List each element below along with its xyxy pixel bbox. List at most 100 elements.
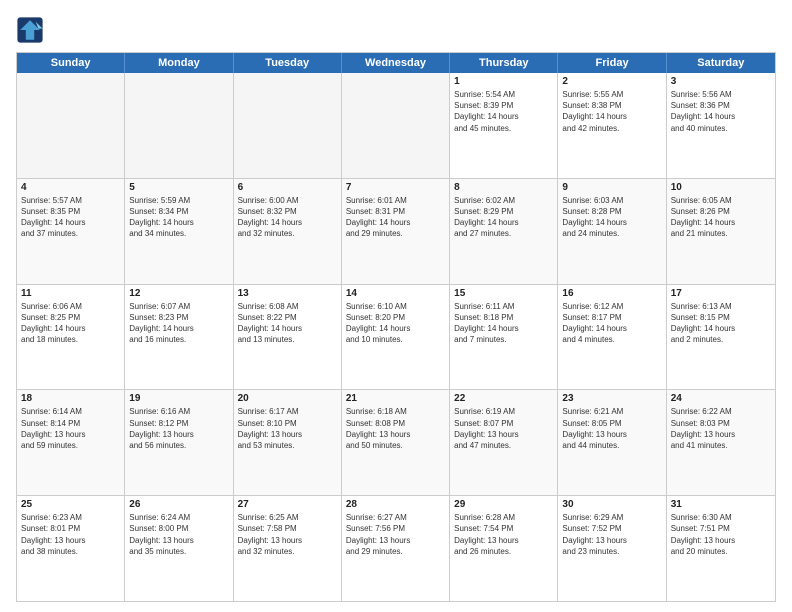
calendar-cell <box>342 73 450 178</box>
day-number: 15 <box>454 288 553 299</box>
day-number: 7 <box>346 182 445 193</box>
calendar-cell: 9 Sunrise: 6:03 AM Sunset: 8:28 PM Daylig… <box>558 179 666 284</box>
calendar-cell: 13 Sunrise: 6:08 AM Sunset: 8:22 PM Dayli… <box>234 285 342 390</box>
day-info: Sunrise: 6:29 AM Sunset: 7:52 PM Dayligh… <box>562 512 661 557</box>
day-info: Sunrise: 6:22 AM Sunset: 8:03 PM Dayligh… <box>671 406 771 451</box>
calendar-cell: 14 Sunrise: 6:10 AM Sunset: 8:20 PM Dayli… <box>342 285 450 390</box>
day-number: 29 <box>454 499 553 510</box>
day-number: 28 <box>346 499 445 510</box>
day-number: 22 <box>454 393 553 404</box>
calendar-cell <box>17 73 125 178</box>
day-info: Sunrise: 6:01 AM Sunset: 8:31 PM Dayligh… <box>346 195 445 240</box>
calendar-header-cell: Friday <box>558 53 666 73</box>
day-number: 17 <box>671 288 771 299</box>
day-number: 2 <box>562 76 661 87</box>
day-number: 27 <box>238 499 337 510</box>
day-info: Sunrise: 6:08 AM Sunset: 8:22 PM Dayligh… <box>238 301 337 346</box>
calendar-week: 11 Sunrise: 6:06 AM Sunset: 8:25 PM Dayli… <box>17 285 775 391</box>
day-number: 5 <box>129 182 228 193</box>
day-number: 26 <box>129 499 228 510</box>
day-info: Sunrise: 6:24 AM Sunset: 8:00 PM Dayligh… <box>129 512 228 557</box>
day-info: Sunrise: 6:10 AM Sunset: 8:20 PM Dayligh… <box>346 301 445 346</box>
day-info: Sunrise: 6:19 AM Sunset: 8:07 PM Dayligh… <box>454 406 553 451</box>
day-info: Sunrise: 6:16 AM Sunset: 8:12 PM Dayligh… <box>129 406 228 451</box>
day-number: 9 <box>562 182 661 193</box>
day-info: Sunrise: 5:57 AM Sunset: 8:35 PM Dayligh… <box>21 195 120 240</box>
calendar-cell: 20Sunrise: 6:17 AM Sunset: 8:10 PM Dayli… <box>234 390 342 495</box>
day-number: 19 <box>129 393 228 404</box>
calendar-week: 25 Sunrise: 6:23 AM Sunset: 8:01 PM Dayli… <box>17 496 775 601</box>
logo <box>16 16 48 44</box>
day-number: 10 <box>671 182 771 193</box>
calendar-cell: 2 Sunrise: 5:55 AM Sunset: 8:38 PM Daylig… <box>558 73 666 178</box>
calendar-cell: 28 Sunrise: 6:27 AM Sunset: 7:56 PM Dayli… <box>342 496 450 601</box>
day-info: Sunrise: 6:17 AM Sunset: 8:10 PM Dayligh… <box>238 406 337 451</box>
calendar-cell: 27 Sunrise: 6:25 AM Sunset: 7:58 PM Dayli… <box>234 496 342 601</box>
calendar-header: SundayMondayTuesdayWednesdayThursdayFrid… <box>17 53 775 73</box>
calendar-cell: 5Sunrise: 5:59 AM Sunset: 8:34 PM Daylig… <box>125 179 233 284</box>
calendar-body: 1 Sunrise: 5:54 AM Sunset: 8:39 PM Daylig… <box>17 73 775 601</box>
calendar-cell: 4 Sunrise: 5:57 AM Sunset: 8:35 PM Daylig… <box>17 179 125 284</box>
calendar-header-cell: Thursday <box>450 53 558 73</box>
day-number: 30 <box>562 499 661 510</box>
day-info: Sunrise: 5:56 AM Sunset: 8:36 PM Dayligh… <box>671 89 771 134</box>
day-number: 3 <box>671 76 771 87</box>
day-info: Sunrise: 5:55 AM Sunset: 8:38 PM Dayligh… <box>562 89 661 134</box>
day-info: Sunrise: 6:06 AM Sunset: 8:25 PM Dayligh… <box>21 301 120 346</box>
day-info: Sunrise: 6:00 AM Sunset: 8:32 PM Dayligh… <box>238 195 337 240</box>
day-info: Sunrise: 5:54 AM Sunset: 8:39 PM Dayligh… <box>454 89 553 134</box>
day-info: Sunrise: 6:23 AM Sunset: 8:01 PM Dayligh… <box>21 512 120 557</box>
day-info: Sunrise: 6:27 AM Sunset: 7:56 PM Dayligh… <box>346 512 445 557</box>
day-info: Sunrise: 6:25 AM Sunset: 7:58 PM Dayligh… <box>238 512 337 557</box>
calendar-header-cell: Saturday <box>667 53 775 73</box>
day-info: Sunrise: 6:07 AM Sunset: 8:23 PM Dayligh… <box>129 301 228 346</box>
day-info: Sunrise: 6:28 AM Sunset: 7:54 PM Dayligh… <box>454 512 553 557</box>
day-number: 14 <box>346 288 445 299</box>
day-number: 31 <box>671 499 771 510</box>
day-number: 1 <box>454 76 553 87</box>
day-number: 25 <box>21 499 120 510</box>
calendar-cell: 6 Sunrise: 6:00 AM Sunset: 8:32 PM Daylig… <box>234 179 342 284</box>
day-info: Sunrise: 6:12 AM Sunset: 8:17 PM Dayligh… <box>562 301 661 346</box>
day-number: 11 <box>21 288 120 299</box>
calendar-cell: 7 Sunrise: 6:01 AM Sunset: 8:31 PM Daylig… <box>342 179 450 284</box>
day-number: 4 <box>21 182 120 193</box>
calendar-cell <box>234 73 342 178</box>
calendar-cell: 21 Sunrise: 6:18 AM Sunset: 8:08 PM Dayli… <box>342 390 450 495</box>
calendar-week: 1 Sunrise: 5:54 AM Sunset: 8:39 PM Daylig… <box>17 73 775 179</box>
calendar-cell: 8 Sunrise: 6:02 AM Sunset: 8:29 PM Daylig… <box>450 179 558 284</box>
day-info: Sunrise: 6:03 AM Sunset: 8:28 PM Dayligh… <box>562 195 661 240</box>
day-info: Sunrise: 6:30 AM Sunset: 7:51 PM Dayligh… <box>671 512 771 557</box>
day-number: 16 <box>562 288 661 299</box>
calendar-cell: 18Sunrise: 6:14 AM Sunset: 8:14 PM Dayli… <box>17 390 125 495</box>
calendar-cell: 23 Sunrise: 6:21 AM Sunset: 8:05 PM Dayli… <box>558 390 666 495</box>
day-info: Sunrise: 6:21 AM Sunset: 8:05 PM Dayligh… <box>562 406 661 451</box>
day-number: 18 <box>21 393 120 404</box>
calendar-header-cell: Sunday <box>17 53 125 73</box>
calendar-cell: 24Sunrise: 6:22 AM Sunset: 8:03 PM Dayli… <box>667 390 775 495</box>
calendar-cell: 22 Sunrise: 6:19 AM Sunset: 8:07 PM Dayli… <box>450 390 558 495</box>
header <box>16 16 776 44</box>
calendar-cell: 19 Sunrise: 6:16 AM Sunset: 8:12 PM Dayli… <box>125 390 233 495</box>
calendar-cell: 17Sunrise: 6:13 AM Sunset: 8:15 PM Dayli… <box>667 285 775 390</box>
calendar-cell: 29 Sunrise: 6:28 AM Sunset: 7:54 PM Dayli… <box>450 496 558 601</box>
calendar-cell: 16 Sunrise: 6:12 AM Sunset: 8:17 PM Dayli… <box>558 285 666 390</box>
day-number: 6 <box>238 182 337 193</box>
day-number: 13 <box>238 288 337 299</box>
calendar-week: 4 Sunrise: 5:57 AM Sunset: 8:35 PM Daylig… <box>17 179 775 285</box>
calendar: SundayMondayTuesdayWednesdayThursdayFrid… <box>16 52 776 602</box>
day-info: Sunrise: 6:11 AM Sunset: 8:18 PM Dayligh… <box>454 301 553 346</box>
calendar-cell: 15 Sunrise: 6:11 AM Sunset: 8:18 PM Dayli… <box>450 285 558 390</box>
calendar-cell: 31 Sunrise: 6:30 AM Sunset: 7:51 PM Dayli… <box>667 496 775 601</box>
day-number: 12 <box>129 288 228 299</box>
calendar-cell: 12 Sunrise: 6:07 AM Sunset: 8:23 PM Dayli… <box>125 285 233 390</box>
logo-icon <box>16 16 44 44</box>
day-info: Sunrise: 6:02 AM Sunset: 8:29 PM Dayligh… <box>454 195 553 240</box>
calendar-header-cell: Monday <box>125 53 233 73</box>
day-number: 23 <box>562 393 661 404</box>
day-number: 8 <box>454 182 553 193</box>
page: SundayMondayTuesdayWednesdayThursdayFrid… <box>0 0 792 612</box>
day-number: 21 <box>346 393 445 404</box>
calendar-header-cell: Tuesday <box>234 53 342 73</box>
day-info: Sunrise: 6:18 AM Sunset: 8:08 PM Dayligh… <box>346 406 445 451</box>
